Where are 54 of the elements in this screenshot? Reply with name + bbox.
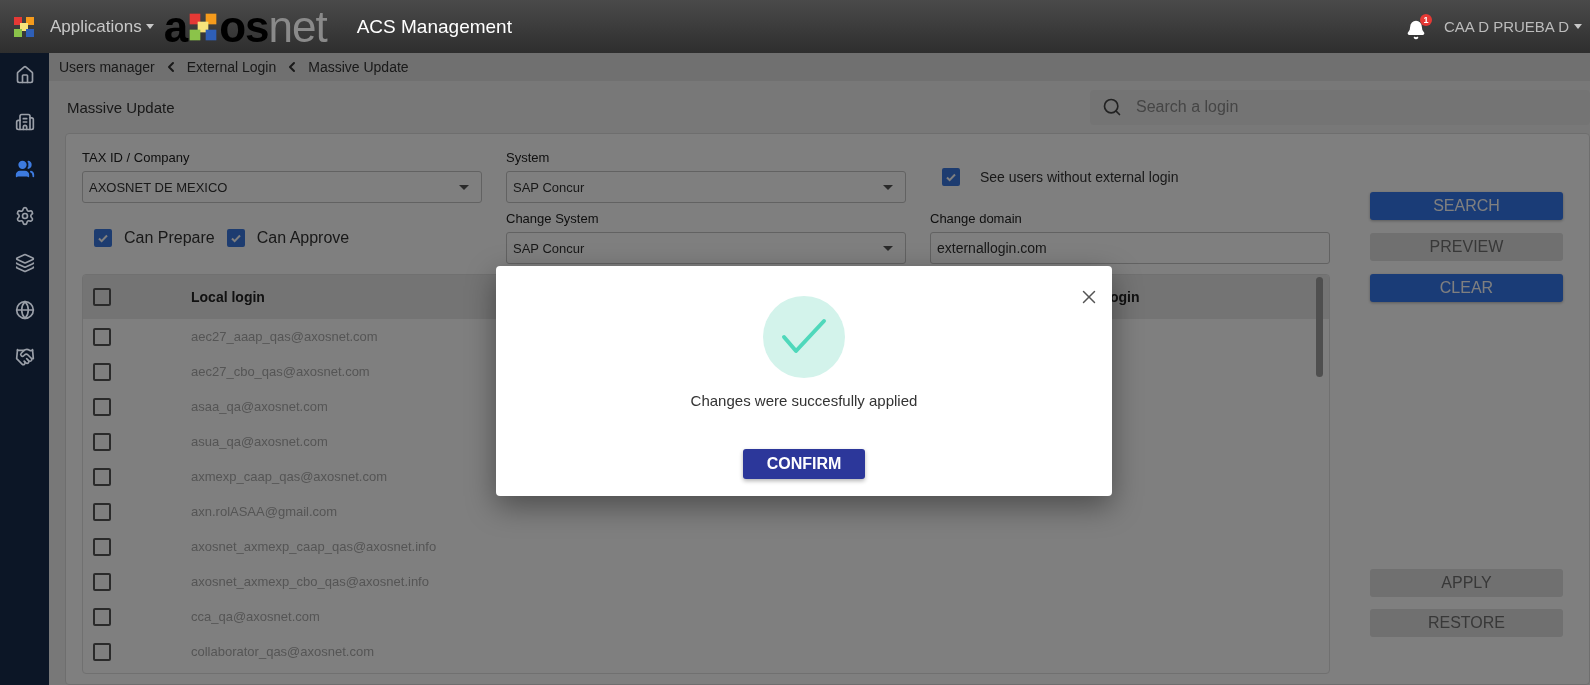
checkbox[interactable]: [93, 397, 111, 416]
checkbox[interactable]: [226, 228, 245, 247]
select-field[interactable]: SAP Concur: [506, 171, 906, 203]
caret-icon: [883, 245, 893, 251]
page-title: Massive Update: [67, 98, 175, 116]
action-button[interactable]: SEARCH: [1370, 192, 1563, 220]
logo-icon: [12, 14, 36, 39]
confirm-button[interactable]: CONFIRM: [743, 449, 865, 479]
checkbox[interactable]: [93, 607, 111, 626]
checkbox[interactable]: [93, 642, 111, 661]
checkbox[interactable]: [94, 228, 112, 247]
field-label: TAX ID / Company: [82, 150, 191, 165]
checkbox-label[interactable]: See users without external login: [942, 167, 1179, 186]
domain-input[interactable]: externallogin.com: [930, 232, 1330, 264]
users-icon[interactable]: [14, 159, 35, 179]
field-label: Change System: [506, 211, 600, 226]
checkbox[interactable]: [93, 362, 111, 381]
applications-menu[interactable]: Applications: [50, 16, 154, 37]
action-button[interactable]: CLEAR: [1370, 274, 1563, 302]
globe-icon[interactable]: [14, 300, 35, 320]
checkbox[interactable]: [93, 537, 111, 556]
caret-icon: [459, 184, 469, 190]
settings-icon[interactable]: [14, 206, 35, 226]
building-icon[interactable]: [14, 112, 35, 132]
column-header: ogin: [1109, 289, 1140, 305]
checkbox[interactable]: [93, 502, 111, 521]
caret-icon: [883, 184, 893, 190]
select-field[interactable]: AXOSNET DE MEXICO: [82, 171, 482, 203]
home-icon[interactable]: [14, 65, 35, 85]
checkbox[interactable]: [942, 167, 960, 186]
field-label: Change domain: [930, 211, 1023, 226]
search-icon: [1102, 96, 1122, 117]
breadcrumb-link[interactable]: External Login: [186, 59, 277, 75]
dialog-message: Changes were succesfully applied: [690, 392, 918, 409]
checkbox[interactable]: [93, 288, 111, 306]
column-header: Local login: [191, 289, 265, 305]
field-label: System: [506, 150, 551, 165]
layers-icon[interactable]: [14, 253, 35, 273]
breadcrumb-link[interactable]: Massive Update: [308, 59, 409, 75]
checkbox-label[interactable]: Can Approve: [226, 228, 350, 247]
app-title: ACS Management: [356, 15, 512, 38]
checkbox[interactable]: [93, 327, 111, 346]
bell-icon[interactable]: [1405, 19, 1426, 40]
checkbox[interactable]: [93, 572, 111, 591]
checkbox[interactable]: [93, 467, 111, 486]
checkbox-label[interactable]: Can Prepare: [94, 228, 215, 247]
breadcrumb-link[interactable]: Users manager: [59, 59, 155, 75]
checkbox[interactable]: [93, 432, 111, 451]
user-menu[interactable]: CAA D PRUEBA D: [1443, 18, 1582, 35]
handshake-icon[interactable]: [14, 347, 35, 367]
notification-badge: 1: [1419, 13, 1432, 26]
select-field[interactable]: SAP Concur: [506, 232, 906, 264]
scrollbar[interactable]: [1316, 277, 1323, 377]
brand-logo: a osnet: [163, 4, 327, 49]
